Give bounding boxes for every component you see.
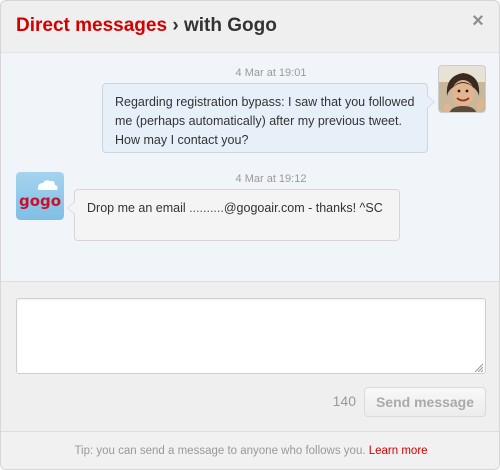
message-timestamp: 4 Mar at 19:12 — [235, 173, 307, 185]
user-photo-icon — [439, 66, 485, 112]
user-avatar[interactable] — [438, 65, 486, 113]
message-timestamp: 4 Mar at 19:01 — [235, 67, 307, 79]
gogo-logo-icon: gogo — [16, 172, 64, 220]
close-icon[interactable]: × — [469, 11, 487, 31]
message-text-before: Drop me an email — [87, 201, 190, 215]
message-thread: 4 Mar at 19:01 Regarding registration by… — [1, 52, 499, 282]
dialog-header: Direct messages › with Gogo — [1, 1, 499, 51]
conversation-partner-title: with Gogo — [183, 15, 277, 36]
breadcrumb-separator: › — [167, 15, 184, 36]
send-message-button[interactable]: Send message — [364, 387, 486, 417]
incoming-message-bubble: Drop me an email ..........@gogoair.com … — [67, 189, 400, 241]
learn-more-link[interactable]: Learn more — [369, 445, 428, 457]
redacted-email-user: .......... — [189, 201, 224, 215]
gogo-logo-text: gogo — [19, 192, 61, 210]
message-compose-input[interactable] — [16, 298, 486, 374]
direct-messages-dialog: Direct messages › with Gogo × 4 Mar at 1… — [0, 0, 500, 470]
outgoing-message-bubble: Regarding registration bypass: I saw tha… — [102, 83, 435, 153]
message-text: Regarding registration bypass: I saw tha… — [115, 95, 415, 147]
footer-tip: Tip: you can send a message to anyone wh… — [74, 445, 369, 457]
resize-grip-icon[interactable] — [474, 363, 483, 372]
gogo-avatar[interactable]: gogo — [16, 172, 64, 220]
dialog-title-section: Direct messages — [16, 15, 168, 36]
dialog-footer: Tip: you can send a message to anyone wh… — [1, 431, 499, 469]
character-counter: 140 — [332, 393, 356, 409]
message-text-after: @gogoair.com - thanks! ^SC — [223, 201, 383, 215]
